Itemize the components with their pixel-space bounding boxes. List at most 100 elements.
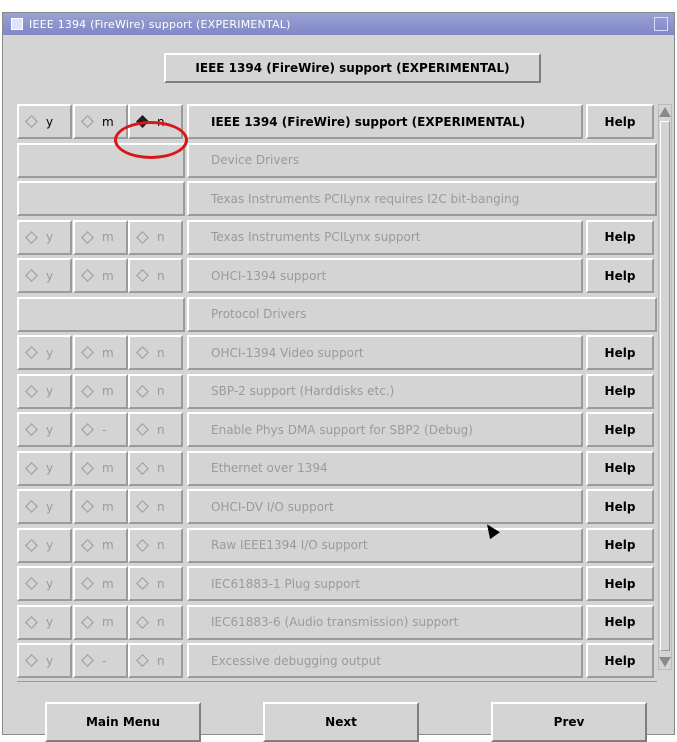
radio-diamond-icon[interactable]	[81, 500, 94, 513]
radio-diamond-icon[interactable]	[25, 654, 38, 667]
radio-n[interactable]: n	[128, 450, 183, 486]
radio-y[interactable]: y	[17, 104, 72, 139]
radio-y[interactable]: y	[17, 412, 72, 447]
radio-y[interactable]: y	[17, 527, 72, 563]
radio-diamond-icon[interactable]	[25, 230, 38, 244]
radio-diamond-icon[interactable]	[81, 384, 94, 398]
radio-diamond-icon[interactable]	[25, 423, 38, 436]
radio-n[interactable]: n	[128, 104, 183, 139]
radio-n[interactable]: n	[128, 643, 183, 678]
radio-diamond-icon[interactable]	[25, 346, 38, 359]
option-row[interactable]: y m n OHCI-1394 Video support Help	[17, 335, 657, 370]
radio-m[interactable]: m	[73, 104, 128, 139]
radio-diamond-icon[interactable]	[81, 346, 94, 359]
vertical-scrollbar[interactable]	[658, 104, 672, 670]
radio-diamond-icon[interactable]	[136, 115, 149, 128]
help-button[interactable]: Help	[586, 258, 654, 293]
section-title-button[interactable]: IEEE 1394 (FireWire) support (EXPERIMENT…	[164, 53, 541, 83]
radio-m[interactable]: m	[73, 527, 128, 563]
radio-m[interactable]: m	[73, 604, 128, 640]
radio-y[interactable]: y	[17, 335, 72, 370]
radio-diamond-icon[interactable]	[81, 577, 94, 590]
radio-diamond-icon[interactable]	[25, 538, 38, 552]
radio-diamond-icon[interactable]	[25, 269, 38, 282]
option-row[interactable]: y m n Raw IEEE1394 I/O support Help	[17, 527, 657, 563]
radio-m[interactable]: m	[73, 566, 128, 601]
help-button[interactable]: Help	[586, 219, 654, 255]
help-button[interactable]: Help	[586, 104, 654, 139]
radio-y[interactable]: y	[17, 566, 72, 601]
radio-diamond-icon[interactable]	[81, 461, 94, 475]
option-row[interactable]: y m n SBP-2 support (Harddisks etc.) Help	[17, 373, 657, 409]
radio-n[interactable]: n	[128, 373, 183, 409]
radio-y[interactable]: y	[17, 450, 72, 486]
radio-n[interactable]: n	[128, 219, 183, 255]
radio-diamond-icon[interactable]	[25, 384, 38, 398]
scroll-up-icon[interactable]	[659, 107, 671, 117]
radio-y[interactable]: y	[17, 643, 72, 678]
help-button[interactable]: Help	[586, 450, 654, 486]
radio-n[interactable]: n	[128, 566, 183, 601]
radio-y[interactable]: y	[17, 258, 72, 293]
radio-m[interactable]: -	[73, 412, 128, 447]
option-row[interactable]: y m n OHCI-DV I/O support Help	[17, 489, 657, 524]
option-row[interactable]: y m n IEEE 1394 (FireWire) support (EXPERIM…	[17, 104, 657, 139]
radio-diamond-icon[interactable]	[25, 500, 38, 513]
radio-diamond-icon[interactable]	[25, 461, 38, 475]
radio-diamond-icon[interactable]	[81, 269, 94, 282]
option-row[interactable]: y m n IEC61883-6 (Audio transmission) suppo…	[17, 604, 657, 640]
radio-y[interactable]: y	[17, 604, 72, 640]
help-button[interactable]: Help	[586, 412, 654, 447]
prev-button[interactable]: Prev	[491, 702, 647, 742]
radio-diamond-icon[interactable]	[136, 654, 149, 667]
radio-diamond-icon[interactable]	[81, 115, 94, 128]
help-button[interactable]: Help	[586, 643, 654, 678]
radio-diamond-icon[interactable]	[136, 423, 149, 436]
radio-diamond-icon[interactable]	[136, 461, 149, 475]
next-button[interactable]: Next	[263, 702, 419, 742]
option-row[interactable]: y m n IEC61883-1 Plug support Help	[17, 566, 657, 601]
radio-m[interactable]: m	[73, 450, 128, 486]
scroll-thumb[interactable]	[660, 121, 670, 651]
radio-diamond-icon[interactable]	[136, 615, 149, 629]
help-button[interactable]: Help	[586, 604, 654, 640]
help-button[interactable]: Help	[586, 373, 654, 409]
radio-m[interactable]: m	[73, 373, 128, 409]
help-button[interactable]: Help	[586, 527, 654, 563]
radio-diamond-icon[interactable]	[81, 654, 94, 667]
radio-m[interactable]: m	[73, 219, 128, 255]
option-row[interactable]: y - n Excessive debugging output Help	[17, 643, 657, 678]
radio-diamond-icon[interactable]	[136, 577, 149, 590]
radio-diamond-icon[interactable]	[136, 346, 149, 359]
help-button[interactable]: Help	[586, 335, 654, 370]
radio-diamond-icon[interactable]	[81, 230, 94, 244]
radio-diamond-icon[interactable]	[136, 230, 149, 244]
radio-diamond-icon[interactable]	[136, 269, 149, 282]
radio-diamond-icon[interactable]	[136, 538, 149, 552]
radio-diamond-icon[interactable]	[81, 615, 94, 629]
radio-diamond-icon[interactable]	[25, 577, 38, 590]
option-row[interactable]: y m n Texas Instruments PCILynx support Help	[17, 219, 657, 255]
radio-n[interactable]: n	[128, 412, 183, 447]
radio-diamond-icon[interactable]	[81, 423, 94, 436]
radio-diamond-icon[interactable]	[25, 615, 38, 629]
help-button[interactable]: Help	[586, 489, 654, 524]
radio-m[interactable]: m	[73, 335, 128, 370]
radio-m[interactable]: -	[73, 643, 128, 678]
main-menu-button[interactable]: Main Menu	[45, 702, 201, 742]
radio-m[interactable]: m	[73, 258, 128, 293]
radio-y[interactable]: y	[17, 373, 72, 409]
radio-n[interactable]: n	[128, 335, 183, 370]
option-row[interactable]: y m n OHCI-1394 support Help	[17, 258, 657, 293]
radio-y[interactable]: y	[17, 219, 72, 255]
option-row[interactable]: y m n Ethernet over 1394 Help	[17, 450, 657, 486]
radio-y[interactable]: y	[17, 489, 72, 524]
radio-n[interactable]: n	[128, 489, 183, 524]
radio-diamond-icon[interactable]	[136, 384, 149, 398]
radio-diamond-icon[interactable]	[136, 500, 149, 513]
radio-diamond-icon[interactable]	[81, 538, 94, 552]
radio-n[interactable]: n	[128, 604, 183, 640]
radio-n[interactable]: n	[128, 258, 183, 293]
option-row[interactable]: y - n Enable Phys DMA support for SBP2 (Deb…	[17, 412, 657, 447]
radio-m[interactable]: m	[73, 489, 128, 524]
